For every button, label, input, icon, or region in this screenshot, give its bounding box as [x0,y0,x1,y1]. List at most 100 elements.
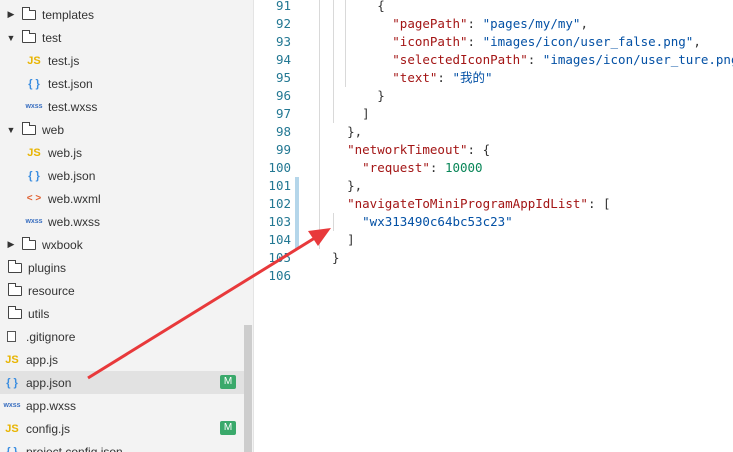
line-number: 97 [275,106,291,121]
tree-item-label: web.wxss [48,214,101,229]
chevron-right-icon[interactable]: ▶ [6,9,16,20]
line-number: 103 [268,214,291,229]
code-text: "text": "我的" [392,70,493,85]
tree-item-label: plugins [28,260,67,275]
tree-item-config-js[interactable]: JS config.js M [0,417,244,440]
line-number: 101 [268,178,291,193]
code-text: ] [317,106,370,121]
json-file-icon: { } [28,169,40,182]
tree-item-web-wxml[interactable]: < > web.wxml [0,187,244,210]
git-change-marker [295,177,299,249]
json-file-icon: { } [28,77,40,90]
tree-item-label: test [42,30,62,45]
tree-item-test-js[interactable]: JS test.js [0,49,244,72]
code-line[interactable]: 101 }, [255,177,733,195]
code-line[interactable]: 106 [255,267,733,285]
code-text: }, [317,178,363,193]
tree-item-label: test.json [48,76,93,91]
tree-item-web-js[interactable]: JS web.js [0,141,244,164]
folder-icon [22,236,36,250]
chevron-down-icon[interactable]: ▼ [6,33,16,43]
code-editor[interactable]: 91 {92 "pagePath": "pages/my/my", 93 "ico… [255,0,733,452]
tree-item-templates[interactable]: ▶ templates [0,3,244,26]
tree-item-utils[interactable]: utils [0,302,244,325]
wxss-file-icon: wxss [3,402,21,409]
code-text: "pagePath": "pages/my/my", [392,16,588,31]
tree-item-test-json[interactable]: { } test.json [0,72,244,95]
tree-item-project-config-json[interactable]: { } project.config.json [0,440,244,452]
tree-item-label: utils [28,306,50,321]
sidebar-scrollbar[interactable] [244,325,252,452]
code-line[interactable]: 100 "request": 10000 [255,159,733,177]
tree-item-label: templates [42,7,95,22]
code-line[interactable]: 93 "iconPath": "images/icon/user_false.p… [255,33,733,51]
js-file-icon: JS [27,146,41,159]
line-number: 106 [268,268,291,283]
tree-item--gitignore[interactable]: .gitignore [0,325,244,348]
tree-item-resource[interactable]: resource [0,279,244,302]
code-line[interactable]: 104 ] [255,231,733,249]
tree-item-app-js[interactable]: JS app.js [0,348,244,371]
indent-guide [319,0,320,249]
code-text: } [317,250,340,265]
code-line[interactable]: 95 "text": "我的" [255,69,733,87]
file-explorer-sidebar: ▶ templates ▼ test JS test.js{ } test.json wxss… [0,0,254,452]
folder-icon [8,259,22,273]
js-file-icon: JS [27,54,41,67]
tree-item-label: .gitignore [26,329,76,344]
code-line[interactable]: 92 "pagePath": "pages/my/my", [255,15,733,33]
code-text: } [317,88,385,103]
code-text: "networkTimeout": { [347,142,491,157]
code-text: "navigateToMiniProgramAppIdList": [ [347,196,611,211]
chevron-down-icon[interactable]: ▼ [6,125,16,135]
indent-guide [345,0,346,87]
js-file-icon: JS [5,422,19,435]
code-line[interactable]: 105 } [255,249,733,267]
code-line[interactable]: 91 { [255,0,733,15]
tree-item-label: app.json [26,375,72,390]
code-text: { [317,0,385,13]
tree-item-label: web.js [48,145,83,160]
code-text: ] [317,232,355,247]
folder-icon [22,6,36,20]
tree-item-web-json[interactable]: { } web.json [0,164,244,187]
code-line[interactable]: 98 }, [255,123,733,141]
code-text: "request": 10000 [362,160,483,175]
line-number: 98 [275,124,291,139]
tree-item-web-wxss[interactable]: wxss web.wxss [0,210,244,233]
folder-icon [8,282,22,296]
code-line[interactable]: 99 "networkTimeout": { [255,141,733,159]
tree-item-web[interactable]: ▼ web [0,118,244,141]
tree-item-label: test.wxss [48,99,98,114]
json-file-icon: { } [6,376,18,389]
tree-item-label: test.js [48,53,80,68]
tree-item-test[interactable]: ▼ test [0,26,244,49]
line-number: 94 [275,52,291,67]
tree-item-label: app.js [26,352,59,367]
code-line[interactable]: 94 "selectedIconPath": "images/icon/user… [255,51,733,69]
code-text: "iconPath": "images/icon/user_false.png"… [392,34,701,49]
tree-item-label: app.wxss [26,398,77,413]
tree-item-label: resource [28,283,75,298]
js-file-icon: JS [5,353,19,366]
json-file-icon: { } [6,445,18,452]
line-number: 92 [275,16,291,31]
line-number: 91 [275,0,291,13]
code-line[interactable]: 102 "navigateToMiniProgramAppIdList": [ [255,195,733,213]
tree-item-label: project.config.json [26,444,123,452]
line-number: 95 [275,70,291,85]
tree-item-plugins[interactable]: plugins [0,256,244,279]
tree-item-app-wxss[interactable]: wxss app.wxss [0,394,244,417]
folder-icon [22,29,36,43]
tree-item-test-wxss[interactable]: wxss test.wxss [0,95,244,118]
code-line[interactable]: 96 } [255,87,733,105]
indent-guide [333,0,334,123]
tree-item-app-json[interactable]: { } app.json M [0,371,244,394]
tree-item-label: config.js [26,421,71,436]
code-line[interactable]: 97 ] [255,105,733,123]
chevron-right-icon[interactable]: ▶ [6,239,16,250]
wxml-file-icon: < > [26,193,42,204]
tree-item-wxbook[interactable]: ▶ wxbook [0,233,244,256]
code-line[interactable]: 103 "wx313490c64bc53c23" [255,213,733,231]
line-number: 99 [275,142,291,157]
